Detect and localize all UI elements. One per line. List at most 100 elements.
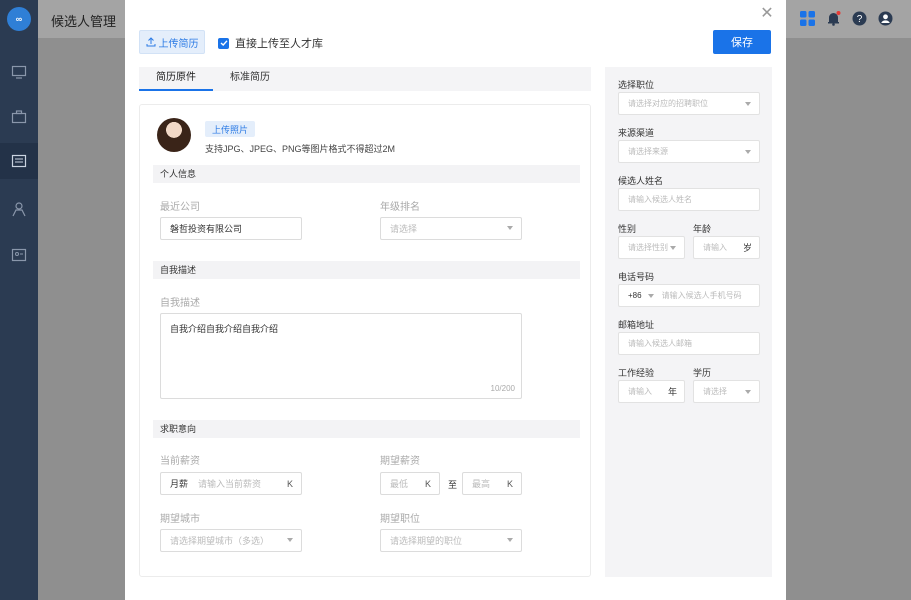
header-icons: ? xyxy=(799,10,893,26)
check-icon xyxy=(220,40,228,46)
current-salary-prefix: 月薪 xyxy=(170,479,189,489)
expected-city-placeholder: 请选择期望城市（多选） xyxy=(170,536,270,546)
expected-salary-min-input[interactable]: 最低 K xyxy=(380,472,440,495)
current-salary-input[interactable]: 月薪 请输入当前薪资 K xyxy=(160,472,302,495)
gender-select[interactable]: 请选择性别 xyxy=(618,236,685,259)
id-card-icon xyxy=(11,248,27,262)
candidate-name-placeholder: 请输入候选人姓名 xyxy=(628,195,692,204)
upload-icon xyxy=(146,37,155,47)
age-placeholder: 请输入 xyxy=(703,243,727,252)
current-salary-placeholder: 请输入当前薪资 xyxy=(198,479,262,489)
candidate-info-panel: 选择职位 请选择对应的招聘职位 来源渠道 请选择来源 候选人姓名 请输入候选人姓… xyxy=(605,67,772,577)
svg-text:?: ? xyxy=(856,14,862,25)
tab-standard-resume[interactable]: 标准简历 xyxy=(213,67,287,91)
list-icon xyxy=(11,154,27,168)
experience-unit: 年 xyxy=(667,387,677,397)
education-label: 学历 xyxy=(693,368,712,378)
section-self-description: 自我描述 xyxy=(153,261,580,279)
position-placeholder: 请选择对应的招聘职位 xyxy=(628,99,708,108)
expected-position-select[interactable]: 请选择期望的职位 xyxy=(380,529,522,552)
expected-position-label: 期望职位 xyxy=(380,514,420,525)
expected-salary-max-placeholder: 最高 xyxy=(472,479,491,489)
direct-upload-option[interactable]: 直接上传至人才库 xyxy=(218,35,323,51)
close-icon[interactable]: ✕ xyxy=(760,6,774,22)
chevron-down-icon xyxy=(745,102,751,106)
expected-salary-min-placeholder: 最低 xyxy=(390,479,409,489)
chevron-down-icon xyxy=(287,538,293,542)
chevron-down-icon xyxy=(745,150,751,154)
age-label: 年龄 xyxy=(693,224,712,234)
current-salary-unit: K xyxy=(286,478,293,489)
sidebar-item-dashboard[interactable] xyxy=(0,54,38,90)
source-placeholder: 请选择来源 xyxy=(628,147,668,156)
page-title: 候选人管理 xyxy=(51,14,117,29)
upload-resume-label: 上传简历 xyxy=(158,38,199,50)
grade-rank-placeholder: 请选择 xyxy=(390,224,418,234)
briefcase-icon xyxy=(11,110,27,124)
upload-photo-button[interactable]: 上传照片 xyxy=(205,121,255,137)
phone-input[interactable]: +86 请输入候选人手机号码 xyxy=(618,284,760,307)
grade-rank-label: 年级排名 xyxy=(380,202,420,213)
gender-placeholder: 请选择性别 xyxy=(628,243,668,252)
direct-upload-checkbox[interactable] xyxy=(218,37,229,49)
chevron-down-icon xyxy=(745,390,751,394)
education-placeholder: 请选择 xyxy=(703,387,727,396)
sidebar-item-profile[interactable] xyxy=(0,237,38,273)
phone-code[interactable]: +86 xyxy=(628,291,642,300)
sidebar-item-candidates[interactable] xyxy=(0,143,38,179)
source-select[interactable]: 请选择来源 xyxy=(618,140,760,163)
expected-salary-max-input[interactable]: 最高 K xyxy=(462,472,522,495)
candidate-name-input[interactable]: 请输入候选人姓名 xyxy=(618,188,760,211)
direct-upload-label: 直接上传至人才库 xyxy=(235,38,323,50)
self-description-textarea[interactable]: 自我介绍自我介绍自我介绍 10/200 xyxy=(160,313,522,399)
experience-input[interactable]: 请输入 年 xyxy=(618,380,685,403)
resume-tabs: 简历原件 标准简历 xyxy=(139,67,591,91)
sidebar-item-people[interactable] xyxy=(0,191,38,227)
age-input[interactable]: 请输入 岁 xyxy=(693,236,760,259)
position-select[interactable]: 请选择对应的招聘职位 xyxy=(618,92,760,115)
sidebar-item-jobs[interactable] xyxy=(0,99,38,135)
email-placeholder: 请输入候选人邮箱 xyxy=(628,339,692,348)
salary-range-separator: 至 xyxy=(448,480,458,490)
candidate-name-label: 候选人姓名 xyxy=(618,176,664,186)
phone-label: 电话号码 xyxy=(618,272,655,282)
app-sidebar: ∞ xyxy=(0,0,38,600)
chevron-down-icon xyxy=(507,226,513,230)
recent-company-input[interactable]: 磐哲投资有限公司 xyxy=(160,217,302,240)
self-description-label: 自我描述 xyxy=(160,298,200,309)
email-input[interactable]: 请输入候选人邮箱 xyxy=(618,332,760,355)
phone-placeholder: 请输入候选人手机号码 xyxy=(661,291,742,300)
help-icon[interactable]: ? xyxy=(851,10,867,26)
position-label: 选择职位 xyxy=(618,80,655,90)
save-button[interactable]: 保存 xyxy=(713,30,771,54)
current-salary-label: 当前薪资 xyxy=(160,456,200,467)
experience-label: 工作经验 xyxy=(618,368,655,378)
expected-position-placeholder: 请选择期望的职位 xyxy=(390,536,463,546)
section-personal-info: 个人信息 xyxy=(153,165,580,183)
expected-city-select[interactable]: 请选择期望城市（多选） xyxy=(160,529,302,552)
expected-salary-min-unit: K xyxy=(424,478,431,489)
gender-label: 性别 xyxy=(618,224,637,234)
candidate-modal: ✕ 上传简历 直接上传至人才库 保存 简历原件 标准简历 上传照片 支持JPG、… xyxy=(125,0,786,600)
upload-resume-button[interactable]: 上传简历 xyxy=(139,30,205,54)
age-unit: 岁 xyxy=(742,243,752,253)
tab-original-resume[interactable]: 简历原件 xyxy=(139,67,213,91)
photo-hint: 支持JPG、JPEG、PNG等图片格式不得超过2M xyxy=(205,144,396,154)
chevron-down-icon xyxy=(507,538,513,542)
resume-form: 上传照片 支持JPG、JPEG、PNG等图片格式不得超过2M 个人信息 最近公司… xyxy=(139,104,591,577)
expected-city-label: 期望城市 xyxy=(160,514,200,525)
grade-rank-select[interactable]: 请选择 xyxy=(380,217,522,240)
app-logo: ∞ xyxy=(7,7,31,31)
apps-icon[interactable] xyxy=(799,10,815,26)
chevron-down-icon xyxy=(647,293,654,298)
self-description-value: 自我介绍自我介绍自我介绍 xyxy=(170,324,279,334)
expected-salary-max-unit: K xyxy=(506,478,513,489)
expected-salary-label: 期望薪资 xyxy=(380,456,420,467)
section-job-intention: 求职意向 xyxy=(153,420,580,438)
education-select[interactable]: 请选择 xyxy=(693,380,760,403)
chevron-down-icon xyxy=(670,246,676,250)
char-counter: 10/200 xyxy=(490,384,515,393)
user-avatar-icon[interactable] xyxy=(877,10,893,26)
source-label: 来源渠道 xyxy=(618,128,655,138)
bell-icon[interactable] xyxy=(825,10,841,26)
